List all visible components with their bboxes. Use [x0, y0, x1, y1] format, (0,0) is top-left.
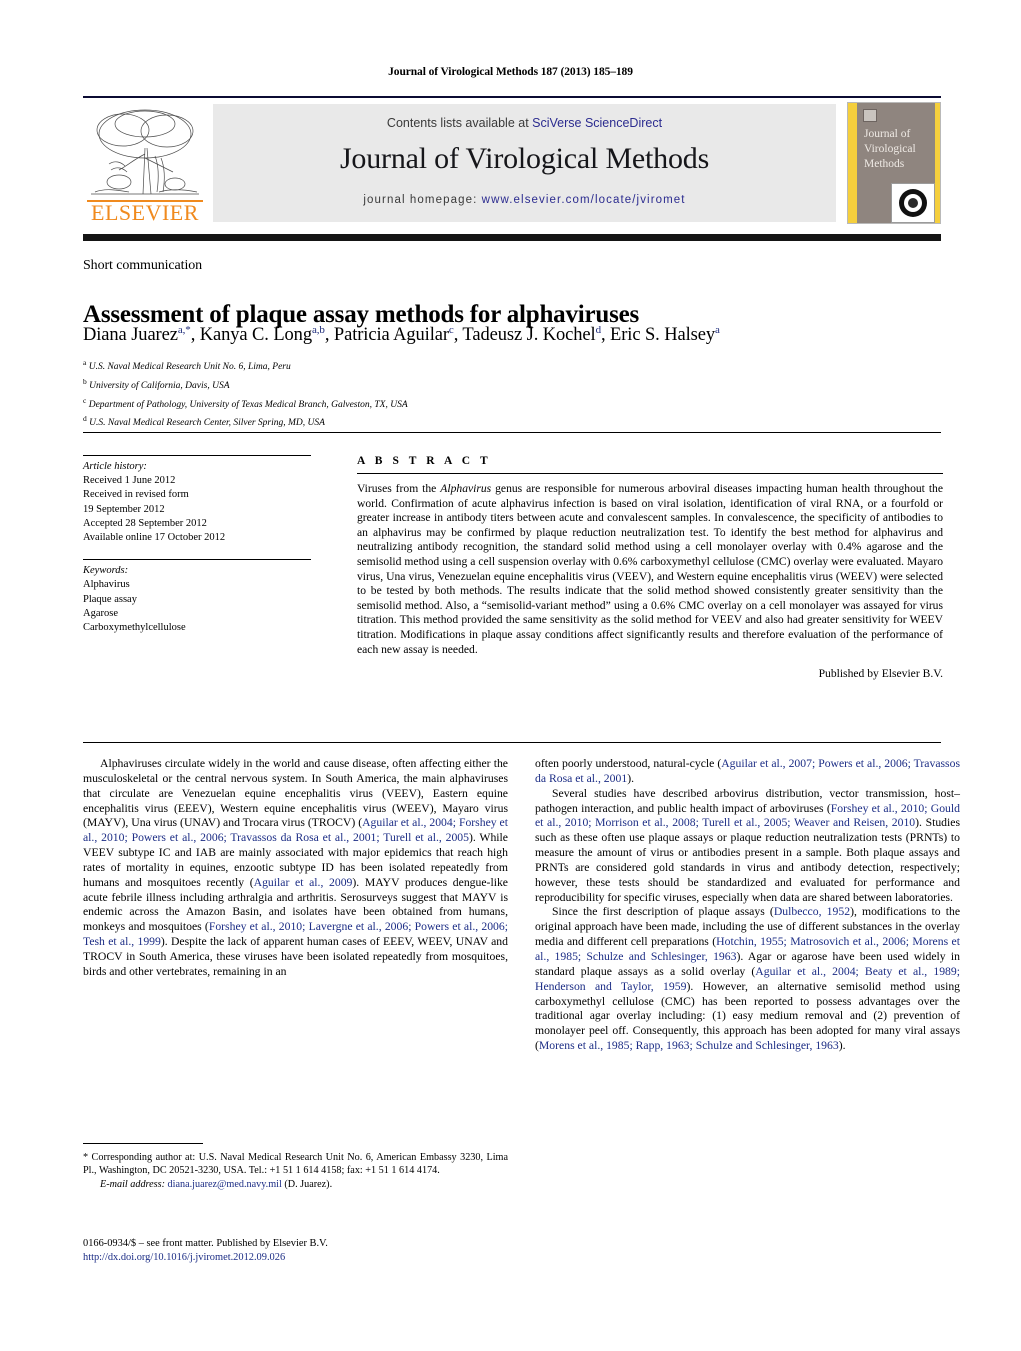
article-history-line: Accepted 28 September 2012: [83, 517, 207, 529]
abstract-label: A B S T R A C T: [357, 455, 492, 467]
masthead-band: Contents lists available at SciVerse Sci…: [213, 104, 836, 222]
info-rule-mid: [83, 559, 311, 561]
article-history-line: Available online 17 October 2012: [83, 532, 226, 544]
elsevier-wordmark: ELSEVIER: [91, 200, 199, 225]
email-suffix: (D. Juarez).: [284, 1179, 333, 1190]
author-list: Diana Juareza,*, Kanya C. Longa,b, Patri…: [83, 324, 720, 346]
keyword-item: Plaque assay: [83, 593, 137, 605]
article-info-column: Article history: Received 1 June 2012 Rec…: [83, 455, 333, 649]
citation-reference[interactable]: Hotchin, 1955; Matrosovich et al., 2006;…: [535, 935, 960, 963]
body-paragraph: Alphaviruses circulate widely in the wor…: [83, 757, 508, 978]
body-paragraph: Since the first description of plaque as…: [535, 905, 961, 1053]
abstract-publisher-note: Published by Elsevier B.V.: [818, 667, 943, 681]
affiliation-list: a U.S. Naval Medical Research Unit No. 6…: [83, 356, 683, 431]
journal-cover-thumbnail: Journal of Virological Methods: [847, 102, 941, 224]
cover-ring-middle: [904, 194, 922, 212]
cover-emblem-icon: [863, 109, 877, 122]
info-rule-top: [83, 455, 311, 456]
keyword-item: Alphavirus: [83, 579, 130, 591]
citation-reference[interactable]: Aguilar et al., 2009: [254, 876, 353, 889]
affiliation-item: d U.S. Naval Medical Research Center, Si…: [83, 414, 325, 429]
elsevier-tree-icon: [91, 109, 199, 195]
running-head: Journal of Virological Methods 187 (2013…: [388, 66, 633, 78]
citation-reference[interactable]: Dulbecco, 1952: [774, 905, 850, 918]
email-label: E-mail address:: [100, 1179, 165, 1190]
abstract-bottom-rule: [83, 742, 941, 743]
cover-ring-outer: [899, 189, 927, 217]
article-history-line: Received in revised form: [83, 489, 189, 501]
article-history-lines: Received 1 June 2012 Received in revised …: [83, 474, 333, 545]
citation-reference[interactable]: Aguilar et al., 2004; Beaty et al., 1989…: [535, 965, 960, 993]
abstract-column: A B S T R A C T Viruses from the Alphavi…: [357, 455, 943, 680]
footnote-block: * Corresponding author at: U.S. Naval Me…: [83, 1143, 508, 1191]
homepage-prefix: journal homepage:: [363, 194, 482, 206]
keywords-label: Keywords:: [83, 565, 129, 577]
journal-masthead: ELSEVIER Contents lists available at Sci…: [83, 96, 941, 230]
article-head-rule: [83, 432, 941, 433]
cover-inner-panel: Journal of Virological Methods: [857, 103, 935, 223]
keyword-item: Agarose: [83, 607, 118, 619]
body-column-left: Alphaviruses circulate widely in the wor…: [83, 757, 508, 980]
keyword-item: Carboxymethylcellulose: [83, 622, 186, 634]
email-link[interactable]: diana.juarez@med.navy.mil: [168, 1179, 282, 1190]
article-history: Article history: Received 1 June 2012 Rec…: [83, 460, 333, 545]
section-type: Short communication: [83, 258, 203, 273]
citation-reference[interactable]: Forshey et al., 2010; Lavergne et al., 2…: [83, 920, 508, 948]
doi-link[interactable]: http://dx.doi.org/10.1016/j.jviromet.201…: [83, 1251, 543, 1265]
cover-ring-inner: [908, 198, 918, 208]
masthead-bottom-rule: [83, 234, 941, 241]
affiliation-item: c Department of Pathology, University of…: [83, 395, 408, 410]
cover-virus-icon: [891, 183, 935, 223]
sciencedirect-link[interactable]: SciVerse ScienceDirect: [532, 116, 662, 130]
body-paragraph: Several studies have described arbovirus…: [535, 786, 960, 904]
copyright-line: 0166-0934/$ – see front matter. Publishe…: [83, 1238, 328, 1249]
abstract-text: Viruses from the Alphavirus genus are re…: [357, 482, 943, 656]
affiliation-item: a U.S. Naval Medical Research Unit No. 6…: [83, 358, 291, 373]
email-note: E-mail address: diana.juarez@med.navy.mi…: [83, 1178, 508, 1191]
cover-title: Journal of Virological Methods: [864, 128, 916, 170]
body-paragraph: often poorly understood, natural-cycle (…: [535, 757, 960, 785]
abstract-rule: [357, 473, 943, 474]
citation-reference[interactable]: Morens et al., 1985; Rapp, 1963; Schulze…: [539, 1039, 839, 1052]
citation-reference[interactable]: Aguilar et al., 2004; Forshey et al., 20…: [83, 816, 508, 844]
paper-page: Journal of Virological Methods 187 (2013…: [0, 0, 1021, 1351]
citation-reference[interactable]: Forshey et al., 2010; Gould et al., 2010…: [535, 802, 960, 830]
affiliation-item: b University of California, Davis, USA: [83, 376, 230, 391]
corresponding-author-note: * Corresponding author at: U.S. Naval Me…: [83, 1152, 508, 1176]
masthead-top-rule: [83, 96, 941, 98]
keyword-list: Alphavirus Plaque assay Agarose Carboxymeth…: [83, 578, 333, 635]
page-footer: 0166-0934/$ – see front matter. Publishe…: [83, 1237, 543, 1265]
homepage-url-link[interactable]: www.elsevier.com/locate/jviromet: [482, 194, 686, 206]
article-history-label: Article history:: [83, 461, 147, 472]
footnote-rule: [83, 1143, 203, 1144]
article-history-line: Received 1 June 2012: [83, 475, 176, 487]
elsevier-logo: ELSEVIER: [85, 104, 203, 228]
citation-reference[interactable]: Aguilar et al., 2007; Powers et al., 200…: [535, 757, 960, 785]
contents-available-line: Contents lists available at SciVerse Sci…: [213, 116, 836, 130]
journal-homepage-line: journal homepage: www.elsevier.com/locat…: [213, 194, 836, 206]
keywords-block: Keywords: Alphavirus Plaque assay Agarose C…: [83, 564, 333, 635]
body-column-right: often poorly understood, natural-cycle (…: [535, 757, 960, 1054]
article-history-line: 19 September 2012: [83, 503, 165, 515]
contents-prefix: Contents lists available at: [386, 116, 533, 130]
journal-title: Journal of Virological Methods: [339, 142, 710, 175]
